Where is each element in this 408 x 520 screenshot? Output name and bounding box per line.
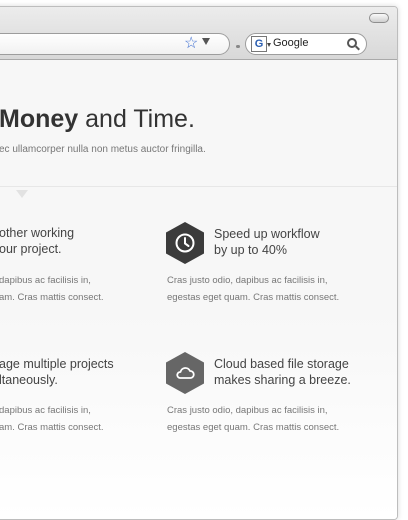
feature-desc-line: am. Cras mattis consect. — [0, 422, 104, 433]
feature-title: Speed up workflow by up to 40% — [214, 226, 320, 258]
feature-title: Cloud based file storage makes sharing a… — [214, 356, 351, 388]
feature-desc-line: dapibus ac facilisis in, — [0, 405, 91, 416]
page-content: Money and Time. ec ullamcorper nulla non… — [0, 60, 397, 519]
feature-title-line: Cloud based file storage — [214, 357, 349, 371]
feature-title-line: Speed up workflow — [214, 227, 320, 241]
chevron-down-icon[interactable] — [267, 43, 271, 47]
bookmark-star-icon[interactable]: ☆ — [184, 34, 198, 54]
feature-title: age multiple projects ltaneously. — [0, 356, 114, 388]
feature-desc-line: Cras justo odio, dapibus ac facilisis in… — [167, 405, 328, 416]
feature-title-line: age multiple projects — [0, 357, 114, 371]
feature-desc-line: am. Cras mattis consect. — [0, 292, 104, 303]
cloud-glyph — [176, 367, 195, 379]
page-subtitle: ec ullamcorper nulla non metus auctor fr… — [0, 144, 206, 155]
feature-title-line: our project. — [0, 242, 62, 256]
feature-desc-line: Cras justo odio, dapibus ac facilisis in… — [167, 275, 328, 286]
address-bar[interactable]: ☆ — [0, 33, 230, 55]
browser-window: ☆ G Google Money and Time. ec ullamcorpe… — [0, 6, 398, 520]
feature-title-line: ltaneously. — [0, 373, 58, 387]
divider-arrow-icon — [16, 190, 28, 198]
feature-desc-line: egestas eget quam. Cras mattis consect. — [167, 422, 340, 433]
feature-desc-line: egestas eget quam. Cras mattis consect. — [167, 292, 340, 303]
toolbar-toggle-button[interactable] — [369, 13, 389, 23]
feature-description: Cras justo odio, dapibus ac facilisis in… — [167, 402, 339, 436]
feature-title-line: other working — [0, 226, 75, 240]
browser-toolbar: ☆ G Google — [0, 7, 397, 60]
section-divider — [0, 186, 397, 187]
feature-title-line: by up to 40% — [214, 243, 287, 257]
page-title: Money and Time. — [0, 105, 195, 134]
search-icon[interactable] — [347, 38, 357, 48]
feature-title-line: makes sharing a breeze. — [214, 373, 351, 387]
feature-title: other working our project. — [0, 225, 74, 257]
clock-icon — [166, 222, 204, 264]
search-bar[interactable]: G Google — [245, 33, 367, 55]
search-input[interactable]: Google — [273, 35, 308, 51]
headline-bold: Money — [0, 105, 79, 133]
clock-glyph — [175, 233, 195, 253]
search-engine-icon[interactable]: G — [251, 36, 267, 52]
separator-dot — [236, 45, 240, 48]
cloud-icon — [166, 352, 204, 394]
chevron-down-icon[interactable] — [202, 38, 210, 45]
feature-description: Cras justo odio, dapibus ac facilisis in… — [167, 272, 339, 306]
feature-desc-line: dapibus ac facilisis in, — [0, 275, 91, 286]
headline-rest: and Time. — [78, 105, 195, 133]
feature-description: dapibus ac facilisis in, am. Cras mattis… — [0, 272, 104, 306]
feature-description: dapibus ac facilisis in, am. Cras mattis… — [0, 402, 104, 436]
